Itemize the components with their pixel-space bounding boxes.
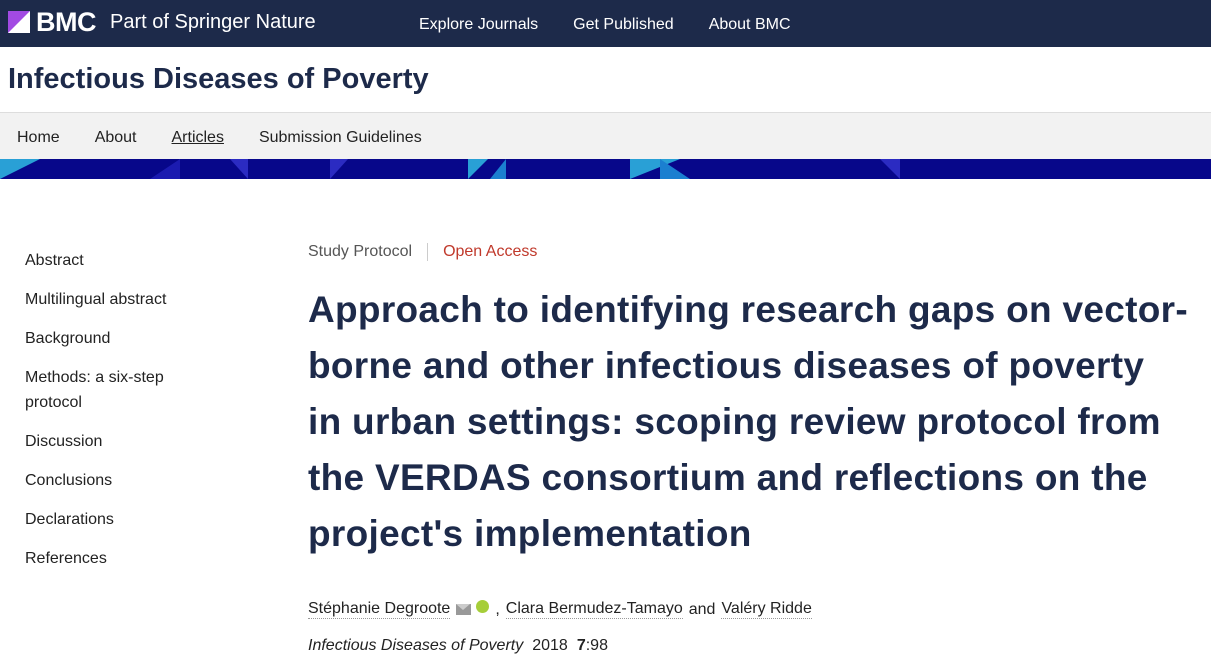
article-title: Approach to identifying research gaps on… bbox=[308, 289, 1188, 554]
brand-tagline[interactable]: Part of Springer Nature bbox=[110, 10, 316, 34]
citation-volume: 7 bbox=[576, 637, 586, 654]
author-name[interactable]: Clara Bermudez-Tamayo bbox=[505, 600, 683, 619]
site-header: BMC Part of Springer Nature Explore Jour… bbox=[0, 0, 1211, 47]
section-link-declarations[interactable]: Declarations bbox=[25, 507, 225, 532]
journal-nav-about[interactable]: About bbox=[95, 129, 137, 147]
article-header: Study Protocol Open Access Approach to i… bbox=[308, 240, 1188, 655]
nav-explore-journals[interactable]: Explore Journals bbox=[419, 16, 538, 34]
author-conjunction: and bbox=[688, 600, 716, 618]
citation-year: 2018 bbox=[532, 637, 568, 654]
citation-journal: Infectious Diseases of Poverty bbox=[308, 637, 524, 654]
section-link-conclusions[interactable]: Conclusions bbox=[25, 468, 225, 493]
section-link-abstract[interactable]: Abstract bbox=[25, 248, 225, 273]
article-type: Study Protocol bbox=[308, 243, 429, 261]
article-sections-nav: Abstract Multilingual abstract Backgroun… bbox=[25, 248, 225, 585]
brand-name: BMC bbox=[36, 7, 97, 37]
journal-nav-submission-guidelines[interactable]: Submission Guidelines bbox=[259, 129, 422, 147]
author-separator: , bbox=[495, 600, 500, 618]
section-link-multilingual-abstract[interactable]: Multilingual abstract bbox=[25, 287, 225, 312]
section-link-references[interactable]: References bbox=[25, 546, 225, 571]
citation-article-number: :98 bbox=[585, 637, 608, 654]
section-link-discussion[interactable]: Discussion bbox=[25, 429, 225, 454]
journal-nav: Home About Articles Submission Guideline… bbox=[0, 113, 1211, 159]
decorative-banner bbox=[0, 159, 1211, 179]
nav-about-bmc[interactable]: About BMC bbox=[709, 16, 791, 34]
author-list: Stéphanie Degroote , Clara Bermudez-Tama… bbox=[308, 600, 1188, 619]
open-access-badge: Open Access bbox=[443, 243, 538, 260]
journal-nav-home[interactable]: Home bbox=[17, 129, 60, 147]
article-meta: Study Protocol Open Access bbox=[308, 240, 1188, 264]
journal-nav-articles[interactable]: Articles bbox=[172, 129, 224, 147]
orcid-icon[interactable] bbox=[476, 600, 490, 613]
journal-title[interactable]: Infectious Diseases of Poverty bbox=[8, 63, 429, 96]
email-icon[interactable] bbox=[456, 604, 472, 615]
section-link-background[interactable]: Background bbox=[25, 326, 225, 351]
journal-header: Infectious Diseases of Poverty bbox=[0, 47, 1211, 113]
author-name[interactable]: Stéphanie Degroote bbox=[308, 600, 451, 619]
bmc-logo[interactable]: BMC Part of Springer Nature bbox=[8, 7, 316, 37]
citation: Infectious Diseases of Poverty 2018 7:98 bbox=[308, 637, 1188, 655]
bmc-logo-icon bbox=[8, 11, 30, 33]
top-nav: Explore Journals Get Published About BMC bbox=[419, 16, 791, 34]
author-name[interactable]: Valéry Ridde bbox=[721, 600, 812, 619]
section-link-methods[interactable]: Methods: a six-step protocol bbox=[25, 365, 195, 415]
nav-get-published[interactable]: Get Published bbox=[573, 16, 674, 34]
